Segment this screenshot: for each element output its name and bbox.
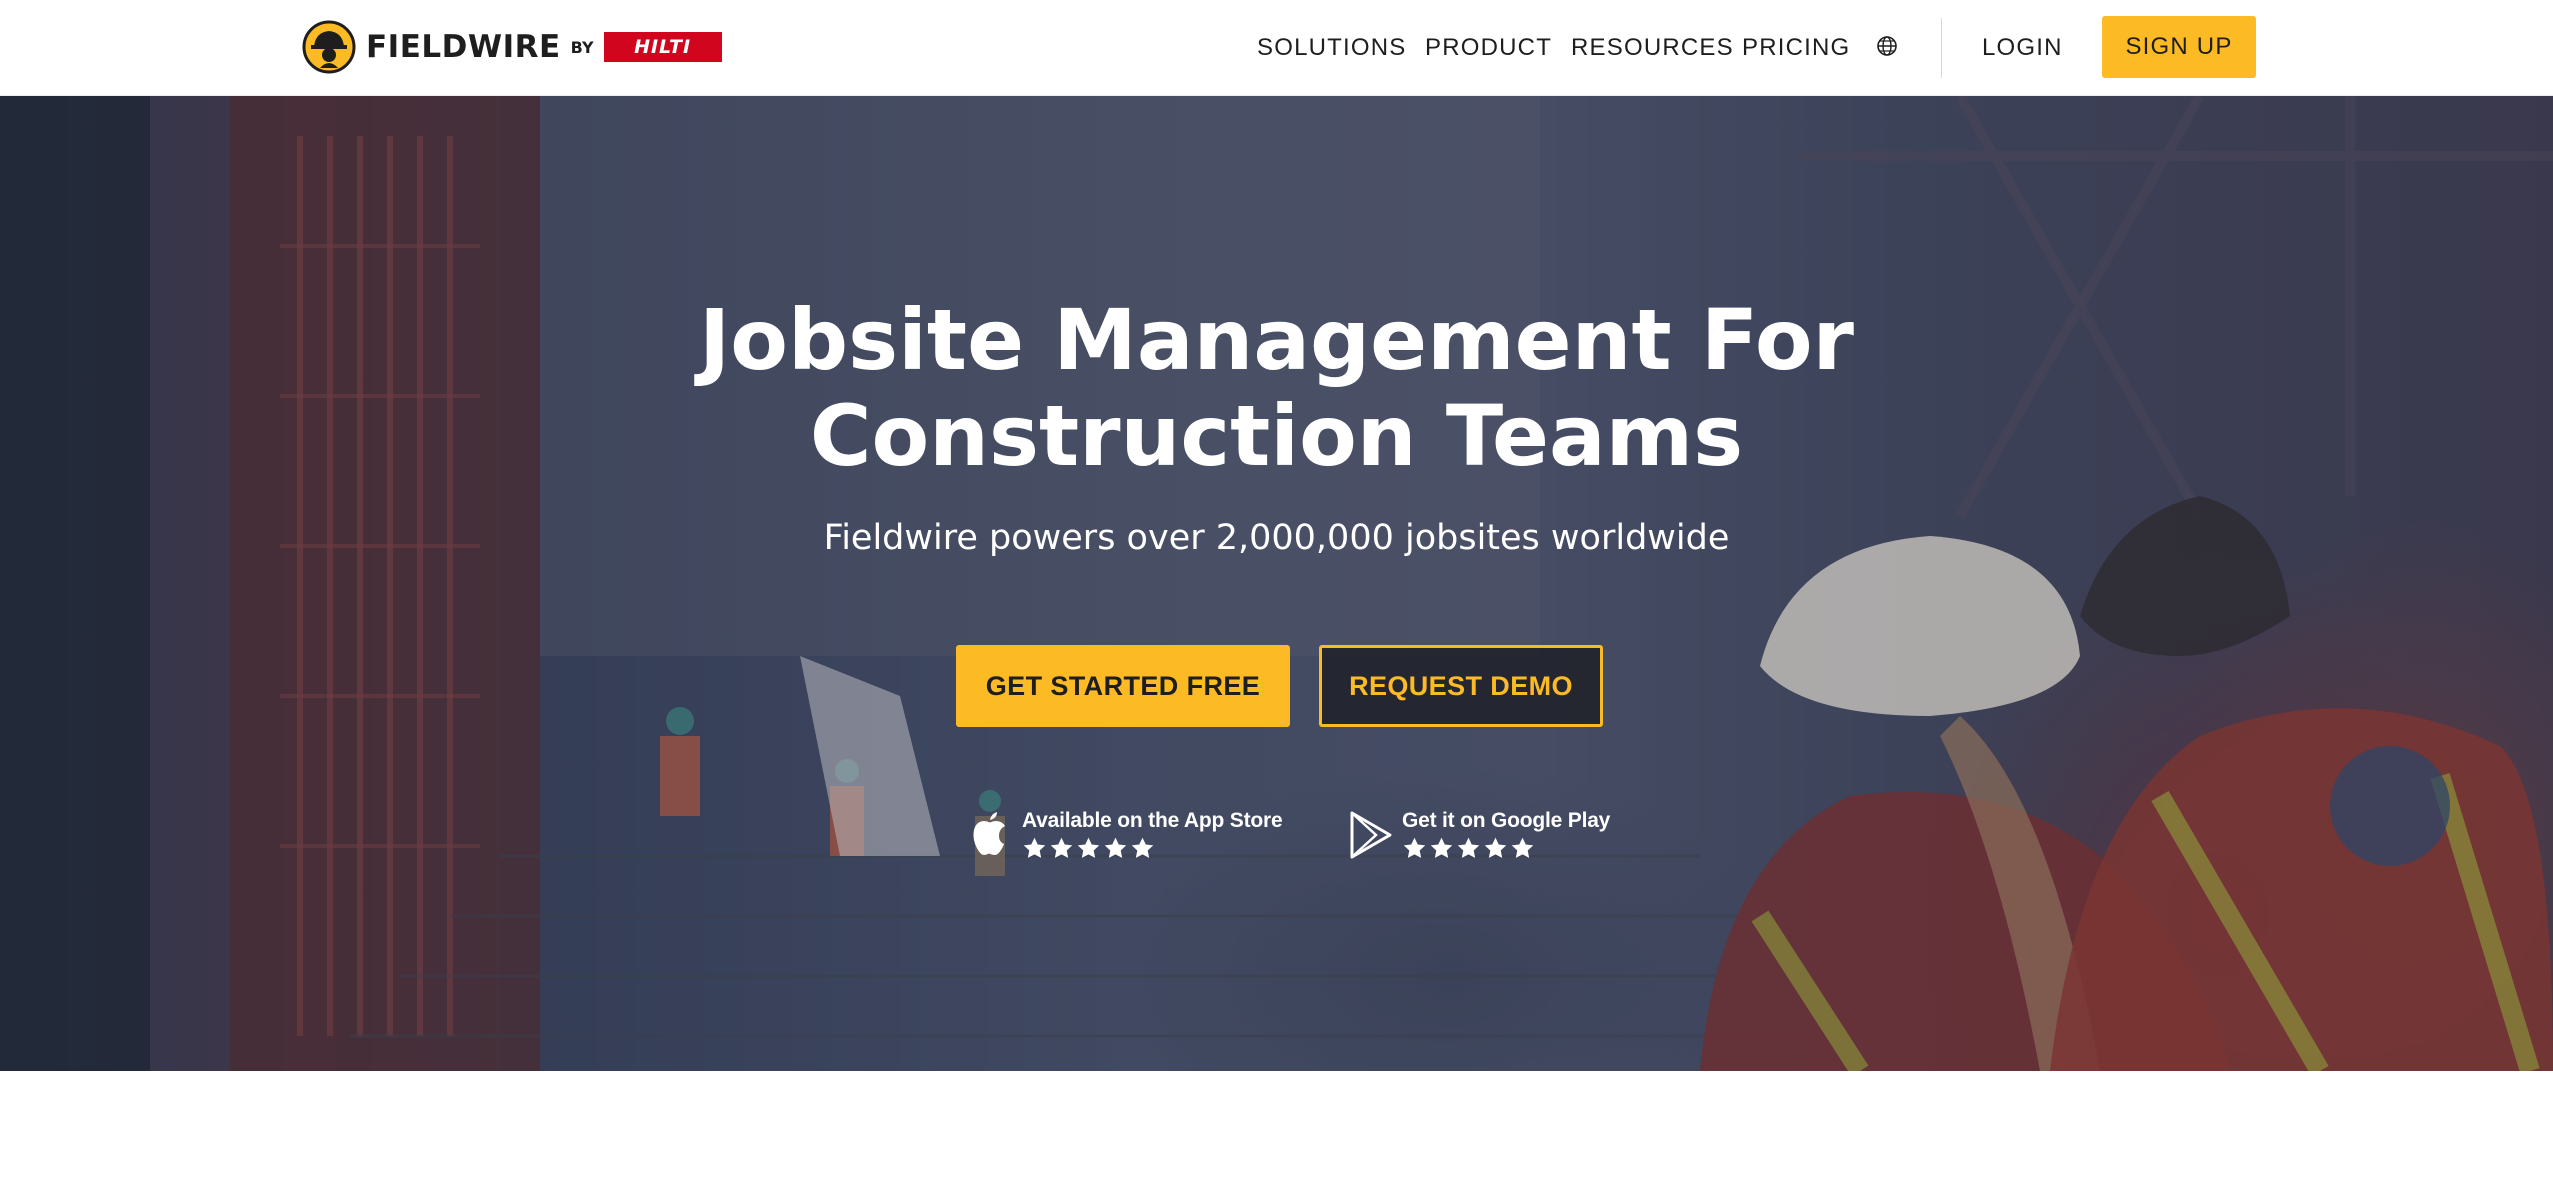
nav-divider <box>1941 18 1942 78</box>
star-icon <box>1104 837 1127 858</box>
signup-button[interactable]: SIGN UP <box>2102 16 2256 78</box>
star-icon <box>1077 837 1100 858</box>
hero-title-line-2: Construction Teams <box>809 387 1744 485</box>
nav-solutions[interactable]: SOLUTIONS <box>1257 32 1407 64</box>
star-icon <box>1430 837 1453 858</box>
google-play-icon <box>1350 811 1392 859</box>
app-store-rating <box>1022 836 1282 861</box>
hilti-logo-text: HILTI <box>634 36 692 58</box>
get-started-free-button[interactable]: GET STARTED FREE <box>956 645 1290 727</box>
nav-resources[interactable]: RESOURCES <box>1571 32 1734 64</box>
logo-wordmark: FIELDWIRE <box>366 29 561 65</box>
google-play-label: Get it on Google Play <box>1402 809 1611 832</box>
request-demo-button[interactable]: REQUEST DEMO <box>1319 645 1603 727</box>
nav-product[interactable]: PRODUCT <box>1425 32 1552 64</box>
logo-by-text: BY <box>570 37 594 57</box>
star-icon <box>1457 837 1480 858</box>
star-icon <box>1484 837 1507 858</box>
app-store-badge[interactable]: Available on the App Store <box>966 809 1283 869</box>
globe-icon[interactable] <box>1876 35 1898 57</box>
star-icon <box>1131 837 1154 858</box>
star-icon <box>1511 837 1534 858</box>
star-icon <box>1023 837 1046 858</box>
nav-pricing[interactable]: PRICING <box>1742 32 1850 64</box>
hero-subtitle: Fieldwire powers over 2,000,000 jobsites… <box>823 518 1730 558</box>
app-store-label: Available on the App Store <box>1022 809 1283 832</box>
fieldwire-helmet-logo-icon <box>302 20 356 74</box>
page-below-hero <box>0 1071 2553 1183</box>
hero-title: Jobsite Management For Construction Team… <box>0 292 2553 484</box>
hero-section: Jobsite Management For Construction Team… <box>0 96 2553 1071</box>
site-header: FIELDWIRE BY HILTI SOLUTIONS PRODUCT RES… <box>0 0 2553 96</box>
hero-title-line-1: Jobsite Management For <box>699 291 1854 389</box>
google-play-badge[interactable]: Get it on Google Play <box>1346 809 1610 869</box>
fieldwire-logo[interactable]: FIELDWIRE BY HILTI <box>302 20 722 74</box>
nav-login[interactable]: LOGIN <box>1982 32 2063 64</box>
star-icon <box>1403 837 1426 858</box>
apple-icon <box>973 812 1005 855</box>
hilti-logo: HILTI <box>603 32 722 62</box>
google-play-rating <box>1402 836 1610 861</box>
star-icon <box>1050 837 1073 858</box>
hero-background-photo <box>0 96 2553 1071</box>
